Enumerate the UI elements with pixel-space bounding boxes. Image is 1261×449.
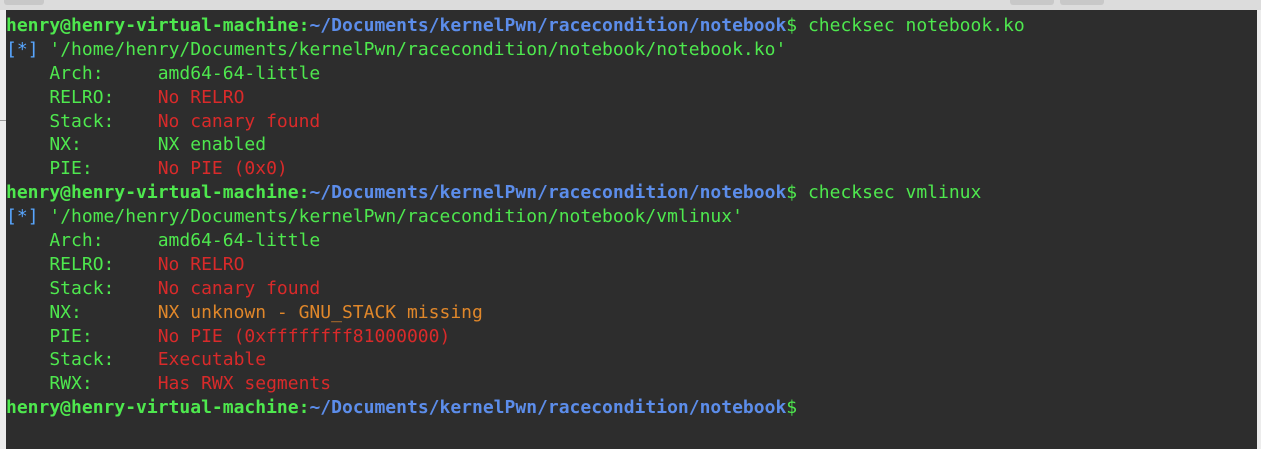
toolbar-button[interactable] [1060,0,1104,5]
prompt-colon: : [298,397,310,419]
checksec-key: Stack: [6,349,158,371]
checksec-key: Stack: [6,110,158,132]
prompt-line: henry@henry-virtual-machine:~/Documents/… [6,14,1025,38]
info-bracket-close: ] [27,38,39,60]
checksec-value: No PIE (0x0) [157,158,288,180]
toolbar-button[interactable] [1010,0,1054,5]
checksec-key: RELRO: [6,86,158,108]
prompt-path: ~/Documents/kernelPwn/racecondition/note… [309,182,787,204]
checksec-value: amd64-64-little [157,230,321,252]
checksec-row: RWX: Has RWX segments [6,372,1025,396]
terminal-output[interactable]: henry@henry-virtual-machine:~/Documents/… [6,10,1257,449]
checksec-row: NX: NX unknown - GNU_STACK missing [6,301,1025,325]
checksec-row: Stack: No canary found [6,277,1025,301]
checksec-value: NX enabled [157,134,267,156]
info-bracket-open: [ [6,206,17,228]
checksec-key: PIE: [6,158,158,180]
checksec-key: RWX: [6,373,158,395]
checksec-row: NX: NX enabled [6,133,1025,157]
window-frame: henry@henry-virtual-machine:~/Documents/… [0,0,1261,449]
prompt-user-host: henry@henry-virtual-machine [6,182,299,204]
checksec-key: Stack: [6,277,158,299]
checksec-row: Arch: amd64-64-little [6,62,1025,86]
prompt-path: ~/Documents/kernelPwn/racecondition/note… [309,15,787,36]
prompt-path: ~/Documents/kernelPwn/racecondition/note… [309,397,787,419]
prompt-user-host: henry@henry-virtual-machine [6,397,299,419]
terminal-lines: henry@henry-virtual-machine:~/Documents/… [6,14,1025,420]
window-top-strip [0,0,1261,10]
checksec-value: No RELRO [157,253,245,275]
checksec-row: Arch: amd64-64-little [6,229,1025,253]
checksec-row: Stack: No canary found [6,110,1025,134]
checksec-value: No canary found [157,277,321,299]
info-line: [*] '/home/henry/Documents/kernelPwn/rac… [6,205,1025,229]
info-path: '/home/henry/Documents/kernelPwn/racecon… [38,38,787,60]
prompt-dollar: $ [786,182,798,204]
info-line: [*] '/home/henry/Documents/kernelPwn/rac… [6,38,1025,62]
checksec-row: PIE: No PIE (0xffffffff81000000) [6,325,1025,349]
checksec-value: No canary found [157,110,321,132]
prompt-colon: : [298,182,310,204]
prompt-user-host: henry@henry-virtual-machine [6,15,299,36]
prompt-dollar: $ [786,397,798,419]
checksec-row: PIE: No PIE (0x0) [6,157,1025,181]
checksec-row: Stack: Executable [6,348,1025,372]
prompt-dollar: $ [786,15,798,36]
prompt-colon: : [298,15,310,36]
info-star: * [16,38,28,60]
info-bracket-close: ] [27,206,39,228]
checksec-key: Arch: [6,230,158,252]
checksec-value: Executable [157,349,267,371]
command-text: checksec notebook.ko [797,15,1025,36]
checksec-row: RELRO: No RELRO [6,253,1025,277]
checksec-value: amd64-64-little [157,62,321,84]
checksec-value: No RELRO [157,86,245,108]
checksec-value: No PIE (0xffffffff81000000) [157,325,451,347]
checksec-key: NX: [6,134,158,156]
checksec-row: RELRO: No RELRO [6,86,1025,110]
checksec-key: NX: [6,301,158,323]
prompt-line: henry@henry-virtual-machine:~/Documents/… [6,396,1025,420]
command-text: checksec vmlinux [797,182,982,204]
checksec-key: RELRO: [6,253,158,275]
info-path: '/home/henry/Documents/kernelPwn/racecon… [38,206,743,228]
prompt-line: henry@henry-virtual-machine:~/Documents/… [6,181,1025,205]
checksec-key: Arch: [6,62,158,84]
checksec-key: PIE: [6,325,158,347]
checksec-value: NX unknown - GNU_STACK missing [157,301,483,323]
info-bracket-open: [ [6,38,17,60]
info-star: * [16,206,28,228]
toolbar-button[interactable] [4,0,44,5]
checksec-value: Has RWX segments [157,373,332,395]
